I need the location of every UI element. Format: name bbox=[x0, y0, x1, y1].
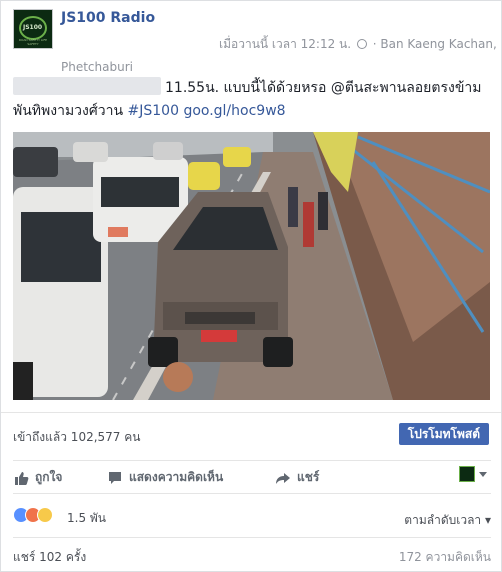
like-label: ถูกใจ bbox=[35, 470, 63, 484]
redacted-name bbox=[13, 77, 161, 95]
page-voice-selector[interactable] bbox=[459, 466, 487, 482]
post-actions: ถูกใจ แสดงความคิดเห็น แชร์ bbox=[13, 460, 491, 494]
reaction-icons[interactable] bbox=[13, 507, 53, 523]
reach-count[interactable]: เข้าถึงแล้ว 102,577 คน bbox=[13, 428, 140, 447]
comment-button[interactable]: แสดงความคิดเห็น bbox=[107, 468, 223, 487]
reaction-count[interactable]: 1.5 พัน bbox=[67, 509, 106, 528]
stats-row: แชร์ 102 ครั้ง 172 ความคิดเห็น bbox=[13, 537, 491, 567]
post-timestamp[interactable]: เมื่อวานนี้ เวลา 12:12 น. bbox=[219, 37, 351, 51]
post-photo[interactable] bbox=[13, 132, 490, 400]
comment-label: แสดงความคิดเห็น bbox=[129, 470, 224, 484]
hashtag-link[interactable]: #JS100 bbox=[128, 103, 179, 119]
wow-reaction-icon bbox=[37, 507, 53, 523]
photo-illustration bbox=[13, 132, 490, 400]
post-url-link[interactable]: goo.gl/hoc9w8 bbox=[183, 103, 285, 119]
reach-row: เข้าถึงแล้ว 102,577 คน โปรโมทโพสต์ bbox=[1, 412, 501, 454]
promote-post-button[interactable]: โปรโมทโพสต์ bbox=[398, 423, 489, 445]
post-card: JS100 ROAD SAFETY LIFE SAFETY JS100 Radi… bbox=[0, 0, 502, 572]
avatar-logo-text: JS100 bbox=[23, 24, 43, 31]
like-button[interactable]: ถูกใจ bbox=[13, 468, 62, 487]
page-name-link[interactable]: JS100 Radio bbox=[61, 10, 155, 26]
thumbs-up-icon bbox=[15, 471, 29, 485]
page-mini-avatar bbox=[459, 466, 475, 482]
chevron-down-icon bbox=[479, 471, 487, 477]
avatar-tagline: ROAD SAFETY LIFE SAFETY bbox=[18, 38, 48, 46]
share-arrow-icon bbox=[276, 472, 290, 484]
globe-icon[interactable] bbox=[356, 39, 367, 49]
page-avatar[interactable]: JS100 ROAD SAFETY LIFE SAFETY bbox=[13, 9, 53, 49]
comment-count[interactable]: 172 ความคิดเห็น bbox=[399, 548, 491, 567]
share-label: แชร์ bbox=[297, 470, 320, 484]
post-header: JS100 ROAD SAFETY LIFE SAFETY JS100 Radi… bbox=[13, 9, 497, 74]
comment-icon bbox=[109, 471, 121, 484]
share-button[interactable]: แชร์ bbox=[275, 468, 319, 487]
share-count[interactable]: แชร์ 102 ครั้ง bbox=[13, 548, 86, 567]
post-meta: เมื่อวานนี้ เวลา 12:12 น. · Ban Kaeng Ka… bbox=[61, 33, 501, 79]
reactions-row: 1.5 พัน ตามลำดับเวลา ▾ bbox=[13, 501, 491, 531]
comment-sort-dropdown[interactable]: ตามลำดับเวลา ▾ bbox=[404, 511, 491, 530]
post-text: 11.55น. แบบนี้ได้ด้วยหรอ @ตีนสะพานลอยตรง… bbox=[13, 77, 493, 123]
avatar-logo-ring: JS100 bbox=[19, 16, 47, 40]
